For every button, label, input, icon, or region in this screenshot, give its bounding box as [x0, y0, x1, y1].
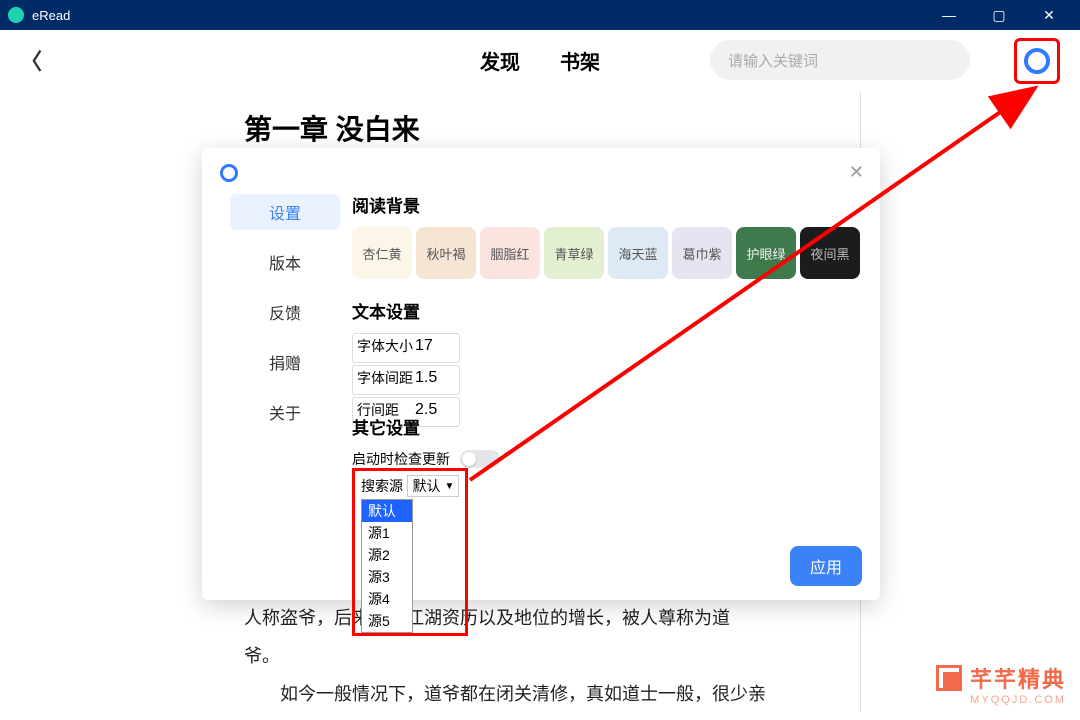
bg-swatch-青草绿[interactable]: 青草绿 [544, 227, 604, 279]
settings-modal: ✕ 设置 版本 反馈 捐赠 关于 阅读背景 杏仁黄秋叶褐胭脂红青草绿海天蓝葛巾紫… [202, 148, 880, 600]
search-source-select[interactable]: 默认 ▼ [407, 475, 459, 497]
search-source-dropdown: 默认源1源2源3源4源5 [361, 499, 413, 633]
check-update-toggle[interactable] [460, 450, 500, 468]
font-size-label: 字体大小 [353, 336, 415, 356]
search-source-row: 搜索源 默认 ▼ 默认源1源2源3源4源5 [352, 468, 468, 636]
sidebar-item-donate[interactable]: 捐赠 [230, 344, 340, 380]
search-source-label: 搜索源 [361, 478, 403, 494]
search-placeholder: 请输入关键词 [728, 50, 818, 71]
user-avatar-highlight [1014, 38, 1060, 84]
app-title: eRead [32, 8, 934, 23]
source-option[interactable]: 源3 [362, 566, 412, 588]
bg-swatch-护眼绿[interactable]: 护眼绿 [736, 227, 796, 279]
search-input[interactable]: 请输入关键词 [710, 40, 970, 80]
chapter-title: 第一章 没白来 [244, 108, 420, 148]
search-source-selected: 默认 [412, 476, 440, 496]
watermark: 芊芊精典 MYQQJD.COM [936, 662, 1066, 706]
bg-swatch-秋叶褐[interactable]: 秋叶褐 [416, 227, 476, 279]
watermark-icon [936, 665, 962, 691]
search-source-highlight: 搜索源 默认 ▼ 默认源1源2源3源4源5 [352, 468, 468, 636]
minimize-button[interactable]: — [934, 7, 964, 24]
bg-swatch-胭脂红[interactable]: 胭脂红 [480, 227, 540, 279]
source-option[interactable]: 源2 [362, 544, 412, 566]
source-option[interactable]: 源1 [362, 522, 412, 544]
section-title-bg: 阅读背景 [352, 192, 860, 217]
check-update-label: 启动时检查更新 [352, 449, 450, 469]
bg-swatch-夜间黑[interactable]: 夜间黑 [800, 227, 860, 279]
apply-button[interactable]: 应用 [790, 546, 862, 586]
font-size-value[interactable]: 17 [415, 337, 433, 355]
bg-swatch-葛巾紫[interactable]: 葛巾紫 [672, 227, 732, 279]
sidebar-item-settings[interactable]: 设置 [230, 194, 340, 230]
back-button[interactable]: 〈 [20, 44, 42, 76]
source-option[interactable]: 默认 [362, 500, 412, 522]
section-text-settings: 文本设置 字体大小 17 字体间距 1.5 行间距 2.5 [352, 298, 460, 427]
watermark-main: 芊芊精典 [970, 662, 1066, 694]
watermark-sub: MYQQJD.COM [936, 694, 1066, 706]
letter-spacing-label: 字体间距 [353, 368, 415, 388]
topbar: 〈 发现 书架 请输入关键词 [0, 30, 1080, 90]
app-icon [8, 7, 24, 23]
close-button[interactable]: ✕ [1034, 7, 1064, 24]
text-line: 如今一般情况下，道爷都在闭关清修，真如道士一般，很少亲 [244, 676, 864, 714]
window-controls: — ▢ ✕ [934, 7, 1072, 24]
chevron-down-icon: ▼ [444, 481, 454, 492]
bg-swatch-海天蓝[interactable]: 海天蓝 [608, 227, 668, 279]
page-text: 人称盗爷，后来随着江湖资历以及地位的增长，被人尊称为道 爷。 如今一般情况下，道… [244, 600, 864, 713]
section-other-settings: 其它设置 启动时检查更新 [352, 414, 500, 469]
modal-app-icon [220, 164, 238, 182]
source-option[interactable]: 源4 [362, 588, 412, 610]
sidebar-item-feedback[interactable]: 反馈 [230, 294, 340, 330]
text-line: 爷。 [244, 638, 864, 676]
text-line: 人称盗爷，后来随着江湖资历以及地位的增长，被人尊称为道 [244, 600, 864, 638]
tab-discover[interactable]: 发现 [480, 46, 520, 75]
letter-spacing-value[interactable]: 1.5 [415, 369, 437, 387]
tab-shelf[interactable]: 书架 [560, 46, 600, 75]
source-option[interactable]: 源5 [362, 610, 412, 632]
nav-tabs: 发现 书架 [480, 46, 600, 75]
section-title-other: 其它设置 [352, 414, 500, 439]
section-reading-background: 阅读背景 杏仁黄秋叶褐胭脂红青草绿海天蓝葛巾紫护眼绿夜间黑 [352, 192, 860, 279]
user-avatar[interactable] [1024, 48, 1050, 74]
maximize-button[interactable]: ▢ [984, 7, 1014, 24]
modal-close-button[interactable]: ✕ [849, 162, 864, 183]
settings-sidebar: 设置 版本 反馈 捐赠 关于 [230, 194, 340, 444]
titlebar: eRead — ▢ ✕ [0, 0, 1080, 30]
sidebar-item-version[interactable]: 版本 [230, 244, 340, 280]
section-title-text: 文本设置 [352, 298, 460, 323]
bg-swatch-杏仁黄[interactable]: 杏仁黄 [352, 227, 412, 279]
background-swatches: 杏仁黄秋叶褐胭脂红青草绿海天蓝葛巾紫护眼绿夜间黑 [352, 227, 860, 279]
sidebar-item-about[interactable]: 关于 [230, 394, 340, 430]
